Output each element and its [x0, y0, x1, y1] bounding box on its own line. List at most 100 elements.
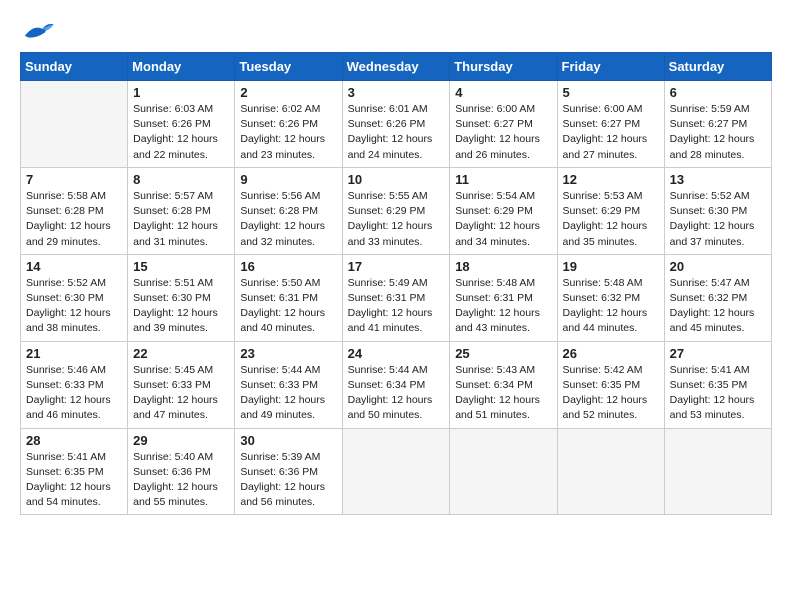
calendar-day-cell: 13 Sunrise: 5:52 AM Sunset: 6:30 PM Dayli… [664, 167, 771, 254]
calendar-day-cell [557, 428, 664, 515]
day-info: Sunrise: 5:58 AM Sunset: 6:28 PM Dayligh… [26, 189, 122, 250]
day-info: Sunrise: 5:55 AM Sunset: 6:29 PM Dayligh… [348, 189, 445, 250]
day-of-week-header: Thursday [450, 53, 557, 81]
logo-icon [20, 20, 56, 42]
day-number: 21 [26, 346, 122, 361]
day-info: Sunrise: 5:41 AM Sunset: 6:35 PM Dayligh… [26, 450, 122, 511]
day-of-week-header: Friday [557, 53, 664, 81]
day-info: Sunrise: 5:48 AM Sunset: 6:31 PM Dayligh… [455, 276, 551, 337]
calendar-day-cell: 24 Sunrise: 5:44 AM Sunset: 6:34 PM Dayli… [342, 341, 450, 428]
calendar-week-row: 14Sunrise: 5:52 AM Sunset: 6:30 PM Dayli… [21, 254, 772, 341]
day-info: Sunrise: 5:51 AM Sunset: 6:30 PM Dayligh… [133, 276, 229, 337]
day-info: Sunrise: 6:00 AM Sunset: 6:27 PM Dayligh… [455, 102, 551, 163]
day-info: Sunrise: 6:03 AM Sunset: 6:26 PM Dayligh… [133, 102, 229, 163]
calendar-header-row: SundayMondayTuesdayWednesdayThursdayFrid… [21, 53, 772, 81]
calendar-day-cell: 27 Sunrise: 5:41 AM Sunset: 6:35 PM Dayli… [664, 341, 771, 428]
day-info: Sunrise: 5:57 AM Sunset: 6:28 PM Dayligh… [133, 189, 229, 250]
day-number: 7 [26, 172, 122, 187]
day-number: 4 [455, 85, 551, 100]
day-number: 3 [348, 85, 445, 100]
calendar-day-cell: 25 Sunrise: 5:43 AM Sunset: 6:34 PM Dayli… [450, 341, 557, 428]
calendar-day-cell: 29 Sunrise: 5:40 AM Sunset: 6:36 PM Dayli… [128, 428, 235, 515]
day-info: Sunrise: 5:44 AM Sunset: 6:33 PM Dayligh… [240, 363, 336, 424]
calendar-day-cell: 23 Sunrise: 5:44 AM Sunset: 6:33 PM Dayli… [235, 341, 342, 428]
calendar-day-cell: 5Sunrise: 6:00 AM Sunset: 6:27 PM Daylig… [557, 81, 664, 168]
calendar-day-cell: 1 Sunrise: 6:03 AM Sunset: 6:26 PM Daylig… [128, 81, 235, 168]
calendar-body: 1 Sunrise: 6:03 AM Sunset: 6:26 PM Daylig… [21, 81, 772, 515]
day-number: 30 [240, 433, 336, 448]
day-number: 17 [348, 259, 445, 274]
calendar-week-row: 28 Sunrise: 5:41 AM Sunset: 6:35 PM Dayli… [21, 428, 772, 515]
day-number: 22 [133, 346, 229, 361]
calendar-day-cell: 8 Sunrise: 5:57 AM Sunset: 6:28 PM Daylig… [128, 167, 235, 254]
calendar-day-cell: 30Sunrise: 5:39 AM Sunset: 6:36 PM Dayli… [235, 428, 342, 515]
day-number: 25 [455, 346, 551, 361]
day-number: 9 [240, 172, 336, 187]
day-info: Sunrise: 5:52 AM Sunset: 6:30 PM Dayligh… [670, 189, 766, 250]
calendar-day-cell: 10 Sunrise: 5:55 AM Sunset: 6:29 PM Dayli… [342, 167, 450, 254]
day-info: Sunrise: 5:47 AM Sunset: 6:32 PM Dayligh… [670, 276, 766, 337]
day-number: 23 [240, 346, 336, 361]
day-info: Sunrise: 5:48 AM Sunset: 6:32 PM Dayligh… [563, 276, 659, 337]
day-info: Sunrise: 5:59 AM Sunset: 6:27 PM Dayligh… [670, 102, 766, 163]
day-number: 10 [348, 172, 445, 187]
calendar-day-cell: 14Sunrise: 5:52 AM Sunset: 6:30 PM Dayli… [21, 254, 128, 341]
day-of-week-header: Saturday [664, 53, 771, 81]
day-info: Sunrise: 5:56 AM Sunset: 6:28 PM Dayligh… [240, 189, 336, 250]
header [20, 20, 772, 42]
day-info: Sunrise: 5:44 AM Sunset: 6:34 PM Dayligh… [348, 363, 445, 424]
calendar-day-cell: 28 Sunrise: 5:41 AM Sunset: 6:35 PM Dayli… [21, 428, 128, 515]
day-info: Sunrise: 6:00 AM Sunset: 6:27 PM Dayligh… [563, 102, 659, 163]
calendar-day-cell: 15 Sunrise: 5:51 AM Sunset: 6:30 PM Dayli… [128, 254, 235, 341]
day-info: Sunrise: 5:49 AM Sunset: 6:31 PM Dayligh… [348, 276, 445, 337]
calendar-day-cell: 2 Sunrise: 6:02 AM Sunset: 6:26 PM Daylig… [235, 81, 342, 168]
day-info: Sunrise: 5:40 AM Sunset: 6:36 PM Dayligh… [133, 450, 229, 511]
day-info: Sunrise: 6:02 AM Sunset: 6:26 PM Dayligh… [240, 102, 336, 163]
calendar-day-cell: 20 Sunrise: 5:47 AM Sunset: 6:32 PM Dayli… [664, 254, 771, 341]
day-number: 29 [133, 433, 229, 448]
day-number: 14 [26, 259, 122, 274]
calendar-day-cell [21, 81, 128, 168]
day-number: 1 [133, 85, 229, 100]
calendar-day-cell [450, 428, 557, 515]
day-info: Sunrise: 5:54 AM Sunset: 6:29 PM Dayligh… [455, 189, 551, 250]
calendar-day-cell [664, 428, 771, 515]
day-number: 15 [133, 259, 229, 274]
day-of-week-header: Tuesday [235, 53, 342, 81]
day-number: 28 [26, 433, 122, 448]
day-number: 8 [133, 172, 229, 187]
day-number: 27 [670, 346, 766, 361]
day-number: 16 [240, 259, 336, 274]
day-info: Sunrise: 5:43 AM Sunset: 6:34 PM Dayligh… [455, 363, 551, 424]
day-number: 6 [670, 85, 766, 100]
day-number: 13 [670, 172, 766, 187]
calendar-day-cell: 16 Sunrise: 5:50 AM Sunset: 6:31 PM Dayli… [235, 254, 342, 341]
calendar-day-cell: 7 Sunrise: 5:58 AM Sunset: 6:28 PM Daylig… [21, 167, 128, 254]
day-info: Sunrise: 5:41 AM Sunset: 6:35 PM Dayligh… [670, 363, 766, 424]
day-info: Sunrise: 5:45 AM Sunset: 6:33 PM Dayligh… [133, 363, 229, 424]
calendar-day-cell: 3Sunrise: 6:01 AM Sunset: 6:26 PM Daylig… [342, 81, 450, 168]
calendar-day-cell: 22 Sunrise: 5:45 AM Sunset: 6:33 PM Dayli… [128, 341, 235, 428]
calendar-day-cell [342, 428, 450, 515]
day-number: 12 [563, 172, 659, 187]
day-number: 24 [348, 346, 445, 361]
day-of-week-header: Wednesday [342, 53, 450, 81]
day-number: 26 [563, 346, 659, 361]
day-info: Sunrise: 5:53 AM Sunset: 6:29 PM Dayligh… [563, 189, 659, 250]
calendar-week-row: 7 Sunrise: 5:58 AM Sunset: 6:28 PM Daylig… [21, 167, 772, 254]
calendar-week-row: 21 Sunrise: 5:46 AM Sunset: 6:33 PM Dayli… [21, 341, 772, 428]
logo [20, 20, 60, 42]
calendar-week-row: 1 Sunrise: 6:03 AM Sunset: 6:26 PM Daylig… [21, 81, 772, 168]
day-of-week-header: Sunday [21, 53, 128, 81]
day-info: Sunrise: 5:50 AM Sunset: 6:31 PM Dayligh… [240, 276, 336, 337]
calendar-day-cell: 6 Sunrise: 5:59 AM Sunset: 6:27 PM Daylig… [664, 81, 771, 168]
day-info: Sunrise: 5:42 AM Sunset: 6:35 PM Dayligh… [563, 363, 659, 424]
day-number: 19 [563, 259, 659, 274]
day-number: 20 [670, 259, 766, 274]
calendar-day-cell: 17 Sunrise: 5:49 AM Sunset: 6:31 PM Dayli… [342, 254, 450, 341]
day-info: Sunrise: 5:46 AM Sunset: 6:33 PM Dayligh… [26, 363, 122, 424]
calendar-day-cell: 19 Sunrise: 5:48 AM Sunset: 6:32 PM Dayli… [557, 254, 664, 341]
day-number: 2 [240, 85, 336, 100]
calendar-day-cell: 11 Sunrise: 5:54 AM Sunset: 6:29 PM Dayli… [450, 167, 557, 254]
day-number: 11 [455, 172, 551, 187]
